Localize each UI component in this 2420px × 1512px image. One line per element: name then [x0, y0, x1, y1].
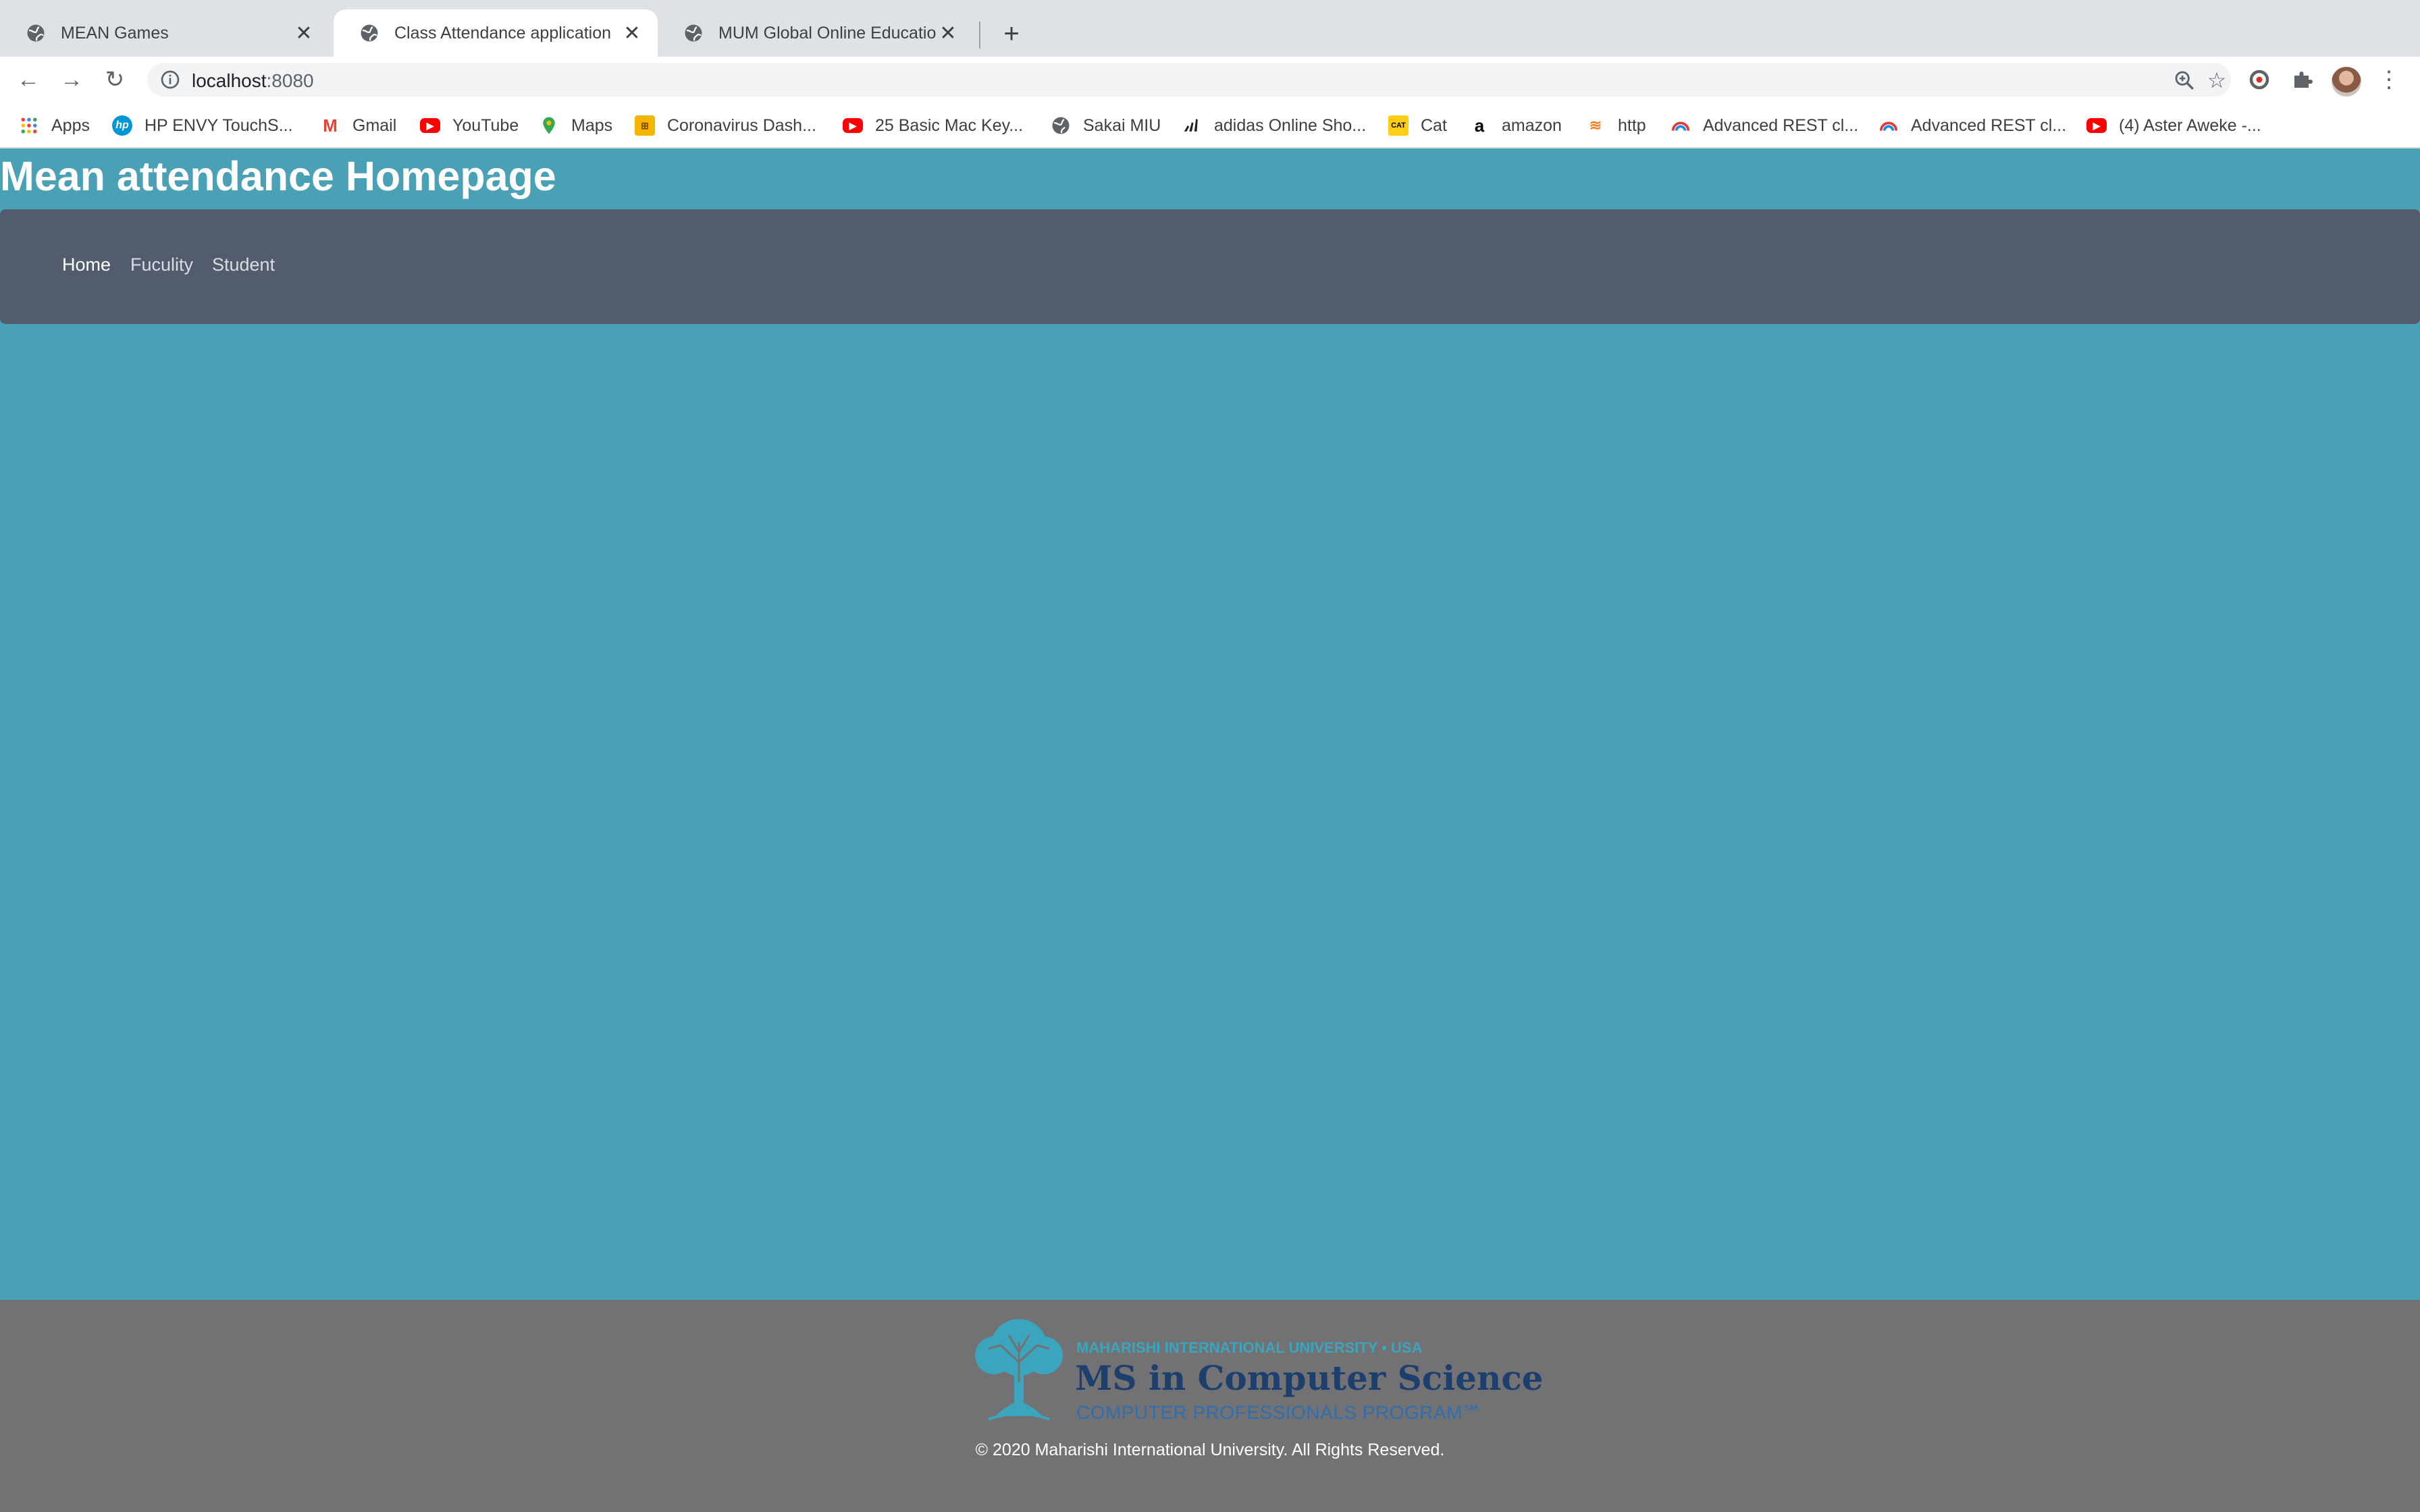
nav-home[interactable]: Home — [62, 254, 111, 275]
address-bar[interactable]: localhost:8080 ☆ — [147, 63, 2231, 97]
url-text: localhost:8080 — [192, 70, 314, 92]
rest-client-icon — [1879, 122, 1898, 131]
youtube-icon: ▶ — [420, 118, 440, 133]
bookmark-cat[interactable]: CAT Cat — [1388, 113, 1447, 138]
tab-title: Class Attendance application — [394, 23, 612, 43]
tab-strip: MEAN Games ✕ Class Attendance applicatio… — [0, 0, 2420, 57]
globe-icon — [27, 24, 45, 42]
dashboard-icon: ⊞ — [635, 115, 655, 136]
cat-icon: CAT — [1388, 115, 1409, 136]
bookmark-label: Cat — [1421, 115, 1447, 135]
nav-faculty[interactable]: Fuculity — [130, 254, 193, 275]
url-port: :8080 — [266, 70, 314, 91]
bookmark-label: Maps — [571, 115, 613, 135]
extensions-puzzle-icon[interactable] — [2290, 68, 2315, 92]
globe-icon — [1052, 117, 1070, 134]
youtube-icon: ▶ — [843, 118, 863, 133]
logo-university-text: MAHARISHI INTERNATIONAL UNIVERSITY • USA — [1076, 1339, 1423, 1356]
apps-grid-icon — [21, 117, 37, 134]
bookmark-hp-envy[interactable]: hp HP ENVY TouchS... — [112, 113, 293, 138]
bookmark-apps[interactable]: Apps — [19, 113, 90, 138]
forward-arrow-icon[interactable]: → — [58, 66, 85, 93]
page-title: Mean attendance Homepage — [0, 153, 556, 199]
amazon-icon: a — [1474, 115, 1485, 136]
browser-toolbar: ← → ↻ localhost:8080 ☆ ⋮ — [0, 57, 2420, 103]
extension-sync-icon[interactable] — [2247, 68, 2271, 92]
adidas-icon — [1184, 119, 1198, 132]
bookmark-maps[interactable]: Maps — [539, 113, 612, 138]
url-host: localhost — [192, 70, 267, 91]
tab-mean-games[interactable]: MEAN Games ✕ — [0, 9, 330, 57]
maps-pin-icon — [543, 117, 555, 134]
bookmark-http[interactable]: ≋ http — [1585, 113, 1646, 138]
bookmark-label: Gmail — [352, 115, 397, 135]
more-menu-icon[interactable]: ⋮ — [2377, 67, 2401, 92]
bookmark-youtube[interactable]: ▶ YouTube — [420, 113, 519, 138]
youtube-icon: ▶ — [2086, 118, 2107, 133]
back-arrow-icon[interactable]: ← — [15, 66, 42, 93]
stack-icon: ≋ — [1589, 117, 1602, 134]
rest-client-icon — [1671, 122, 1690, 131]
bookmark-advanced-rest-1[interactable]: Advanced REST cl... — [1671, 113, 1858, 138]
bookmark-label: 25 Basic Mac Key... — [875, 115, 1024, 135]
bookmark-label: Advanced REST cl... — [1703, 115, 1859, 135]
nav-student[interactable]: Student — [212, 254, 275, 275]
logo-subtitle-text: COMPUTER PROFESSIONALS PROGRAM℠ — [1076, 1402, 1483, 1423]
bookmark-adidas[interactable]: adidas Online Sho... — [1182, 113, 1366, 138]
gmail-icon: M — [323, 115, 338, 136]
bookmark-gmail[interactable]: M Gmail — [320, 113, 396, 138]
copyright-text: © 2020 Maharishi International Universit… — [975, 1440, 1445, 1459]
tab-class-attendance[interactable]: Class Attendance application ✕ — [334, 9, 658, 57]
bookmark-label: http — [1618, 115, 1646, 135]
globe-icon — [361, 24, 378, 42]
bookmark-coronavirus-dash[interactable]: ⊞ Coronavirus Dash... — [635, 113, 816, 138]
bookmark-amazon[interactable]: a amazon — [1469, 113, 1562, 138]
profile-avatar[interactable] — [2332, 67, 2361, 97]
bookmark-label: (4) Aster Aweke -... — [2119, 115, 2261, 135]
bookmark-star-icon[interactable]: ☆ — [2205, 68, 2228, 92]
tab-mum-global[interactable]: MUM Global Online Education ✕ — [658, 9, 974, 57]
bookmark-sakai-miu[interactable]: Sakai MIU — [1051, 113, 1161, 138]
globe-icon — [685, 24, 702, 42]
tab-title: MEAN Games — [61, 23, 169, 43]
close-tab-icon[interactable]: ✕ — [293, 22, 315, 45]
bookmark-label: amazon — [1502, 115, 1562, 135]
bookmark-label: Advanced REST cl... — [1911, 115, 2067, 135]
close-tab-icon[interactable]: ✕ — [621, 22, 643, 45]
bookmark-label: Apps — [51, 115, 90, 135]
info-icon[interactable] — [159, 69, 181, 90]
new-tab-plus-icon[interactable]: + — [997, 19, 1026, 49]
hp-icon: hp — [112, 115, 132, 136]
bookmark-label: YouTube — [452, 115, 519, 135]
page-footer: MAHARISHI INTERNATIONAL UNIVERSITY • USA… — [0, 1300, 2420, 1512]
bookmarks-bar: Apps hp HP ENVY TouchS... M Gmail ▶ YouT… — [0, 103, 2420, 148]
reload-icon[interactable]: ↻ — [101, 66, 128, 93]
bookmark-label: Sakai MIU — [1083, 115, 1161, 135]
zoom-icon[interactable] — [2173, 69, 2196, 92]
bookmark-advanced-rest-2[interactable]: Advanced REST cl... — [1878, 113, 2066, 138]
miu-logo: MAHARISHI INTERNATIONAL UNIVERSITY • USA… — [968, 1315, 1544, 1423]
bookmark-aster-aweke[interactable]: ▶ (4) Aster Aweke -... — [2086, 113, 2261, 138]
bookmark-label: HP ENVY TouchS... — [144, 115, 293, 135]
bookmark-label: Coronavirus Dash... — [667, 115, 816, 135]
bookmark-mac-keys[interactable]: ▶ 25 Basic Mac Key... — [843, 113, 1023, 138]
main-navbar: Home Fuculity Student — [0, 209, 2420, 324]
close-tab-icon[interactable]: ✕ — [937, 22, 959, 45]
tree-logo-icon — [975, 1319, 1063, 1421]
tab-title: MUM Global Online Education — [718, 23, 937, 43]
logo-program-text: MS in Computer Science — [1075, 1358, 1544, 1398]
tab-separator — [979, 22, 980, 49]
bookmark-label: adidas Online Sho... — [1214, 115, 1367, 135]
